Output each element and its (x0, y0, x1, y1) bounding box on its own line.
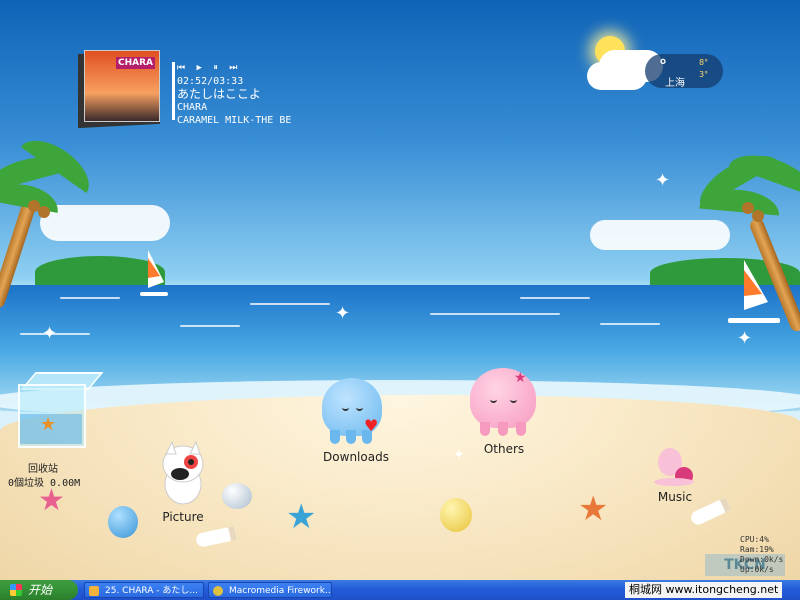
tray-text: 桐城网 www.itongcheng.net (625, 582, 783, 598)
up-speed: Up:0k/s (740, 565, 774, 574)
taskbar-item-fireworks[interactable]: Macromedia Firework... (208, 582, 332, 598)
others-folder[interactable]: ★ Others (466, 368, 542, 456)
album-cover[interactable]: CHARA (72, 49, 164, 129)
player-controls[interactable]: ⏮ ▶ ⏸ ⏭ (177, 62, 291, 75)
player-album: CARAMEL MILK-THE BE (177, 115, 292, 126)
pebble-icon (440, 498, 472, 532)
picture-label: Picture (162, 510, 204, 524)
desktop: ✦ ✦ ✦ ✦ ✦ CHARA ⏮ ▶ ⏸ ⏭ 02:52/03:33 あたしは… (0, 0, 800, 580)
taskbar: 开始 25. CHARA - あたし... Macromedia Firewor… (0, 580, 800, 600)
recycle-bin-icon[interactable]: ★ (12, 370, 104, 450)
blue-octopus-icon: ♥ (322, 378, 382, 444)
taskbar-item-music-player[interactable]: 25. CHARA - あたし... (84, 582, 204, 598)
ram-usage: Ram:19% (740, 545, 774, 554)
others-label: Others (483, 442, 525, 456)
starfish-icon: ★ (38, 483, 65, 518)
down-speed: Down:0k/s (740, 555, 784, 564)
taskbar-item-label: 25. CHARA - あたし... (105, 586, 198, 596)
weather-city: 上海 (665, 78, 685, 89)
music-folder[interactable]: Music (640, 442, 710, 504)
pebble-icon (222, 483, 252, 509)
start-button[interactable]: 开始 (0, 580, 78, 600)
windows-logo-icon (10, 584, 22, 596)
cloud-icon (587, 62, 647, 90)
system-monitor: CPU:4% Ram:19% Down:0k/s Up:0k/s (740, 535, 783, 575)
downloads-folder[interactable]: ♥ Downloads (318, 378, 394, 464)
weather-widget[interactable]: ° 上海 8° 3° (583, 28, 723, 98)
player-artist: CHARA (177, 102, 208, 113)
pink-octopus-icon: ★ (470, 368, 536, 436)
weather-temp-low: 3° (699, 70, 709, 79)
weather-temp-high: 8° (699, 58, 709, 67)
start-label: 开始 (28, 583, 53, 597)
music-player-icon (89, 586, 99, 596)
sparkle-icon: ✦ (453, 447, 465, 463)
pebble-icon (108, 506, 138, 538)
album-art-text: CHARA (116, 57, 155, 69)
player-song-title: あたしはここよ (177, 87, 262, 101)
sparkle-icon: ✦ (42, 323, 58, 344)
music-label: Music (657, 490, 693, 504)
cloud-right (590, 220, 730, 250)
cloud-left (40, 205, 170, 241)
snail-icon (654, 448, 694, 486)
sparkle-icon: ✦ (655, 170, 671, 191)
cpu-usage: CPU:4% (740, 535, 769, 544)
sailboat-icon (140, 250, 168, 296)
sparkle-icon: ✦ (737, 328, 753, 349)
music-player-widget: ⏮ ▶ ⏸ ⏭ 02:52/03:33 あたしはここよ CHARA CARAME… (172, 62, 292, 127)
recycle-bin-label[interactable]: 回收站 (28, 460, 58, 475)
dog-icon (162, 440, 204, 505)
starfish-icon: ★ (286, 497, 317, 537)
downloads-label: Downloads (323, 450, 389, 464)
fireworks-icon (213, 586, 223, 596)
taskbar-item-label: Macromedia Firework... (229, 586, 332, 596)
starfish-icon: ★ (578, 489, 609, 529)
picture-folder[interactable]: Picture (148, 440, 218, 524)
sparkle-icon: ✦ (335, 303, 351, 324)
weather-degree: ° (659, 56, 667, 75)
